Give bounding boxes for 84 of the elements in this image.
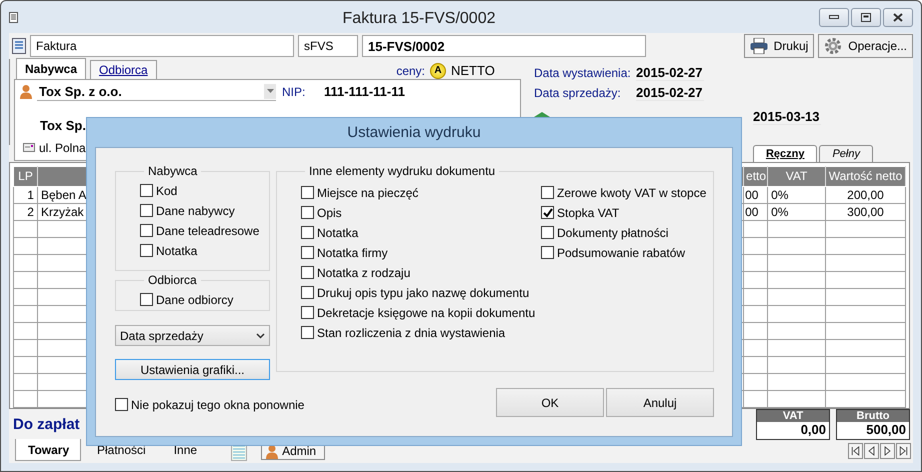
checkbox[interactable]: Nie pokazuj tego okna ponownie [115, 396, 304, 413]
date-dropdown[interactable]: Data sprzedaży [115, 325, 270, 346]
toolbar-button[interactable]: Drukuj [744, 34, 814, 58]
document-icon [12, 38, 26, 54]
checkbox[interactable]: Notatka [301, 224, 541, 241]
group-title: Nabywca [147, 164, 198, 178]
dialog-button[interactable]: Anuluj [606, 388, 714, 417]
group-title: Odbiorca [147, 273, 198, 287]
address-text: ul. Polna [39, 140, 86, 155]
printer-icon [750, 38, 768, 54]
column-header: Wartość netto [826, 166, 906, 186]
tab[interactable]: Ręczny [752, 144, 818, 162]
checkbox[interactable]: Notatka firmy [301, 244, 541, 261]
table-cell: 200,00 [826, 186, 906, 204]
next-icon[interactable] [880, 443, 895, 460]
window-title: Faktura 15-FVS/0002 [342, 9, 496, 28]
date-value: 2015-02-27 [636, 64, 704, 81]
table-cell: 0% [768, 186, 826, 204]
checkbox[interactable]: Stopka VAT [541, 204, 713, 221]
close-icon [893, 12, 903, 22]
total-box: Brutto 500,00 [836, 408, 910, 440]
tab[interactable]: Inne [162, 439, 210, 462]
date-label: Data sprzedaży: [534, 86, 622, 100]
due-date: 2015-03-13 [753, 108, 821, 125]
toolbar-button[interactable]: Operacje... [818, 34, 913, 58]
chevron-icon [256, 332, 265, 338]
tab[interactable]: Towary [15, 439, 81, 462]
checkmark-icon [542, 208, 552, 218]
close-button[interactable] [883, 8, 913, 26]
buyer-name: Tox Sp. [40, 118, 86, 134]
gear-icon [824, 36, 842, 55]
column-header: LP [14, 166, 38, 186]
maximize-icon [861, 12, 871, 22]
group-title: Inne elementy wydruku dokumentu [308, 164, 496, 178]
checkbox[interactable]: Dokumenty płatności [541, 224, 713, 241]
tab[interactable]: Pełny [819, 144, 873, 162]
checkbox[interactable]: Dane odbiorcy [140, 291, 269, 308]
checkbox[interactable]: Notatka [140, 242, 269, 259]
person-icon [19, 84, 33, 100]
tab[interactable]: Odbiorca [90, 60, 157, 79]
table-cell: 00 [744, 203, 768, 220]
checkbox[interactable]: Zerowe kwoty VAT w stopce [541, 184, 713, 201]
price-badge: A [430, 62, 446, 79]
document-number-field[interactable]: 15-FVS/0002 [362, 34, 646, 57]
table-cell: 300,00 [826, 203, 906, 220]
previous-icon[interactable] [864, 443, 879, 460]
user-icon [265, 444, 280, 459]
table-cell: 0% [768, 203, 826, 220]
maximize-button[interactable] [851, 8, 881, 26]
checkbox[interactable]: Notatka z rodzaju [301, 264, 541, 281]
table-cell: 00 [744, 186, 768, 204]
graphics-settings-button[interactable]: Ustawienia grafiki... [115, 359, 270, 380]
nip-value: 111-111-11-11 [324, 84, 405, 100]
date-value: 2015-02-27 [636, 84, 704, 101]
checkbox[interactable]: Opis [301, 204, 541, 221]
checkbox[interactable]: Dane teleadresowe [140, 222, 269, 239]
buyer-combo[interactable]: Tox Sp. z o.o. [37, 82, 276, 101]
dialog-title: Ustawienia wydruku [346, 123, 482, 143]
tab[interactable]: Płatności [85, 439, 158, 462]
prices-label: ceny: [396, 64, 425, 78]
price-mode: NETTO [451, 63, 496, 78]
total-box: VAT 0,00 [756, 408, 830, 440]
checkbox[interactable]: Drukuj opis typu jako nazwę dokumentu [301, 284, 541, 301]
checkbox[interactable]: Dane nabywcy [140, 202, 269, 219]
nip-label: NIP: [282, 84, 306, 99]
column-header: VAT [768, 166, 826, 186]
column-header: etto [744, 166, 768, 186]
minimize-button[interactable] [819, 8, 849, 26]
checkbox[interactable]: Miejsce na pieczęć [301, 184, 541, 201]
amount-due-label: Do zapłat [12, 416, 80, 433]
checkbox[interactable]: Podsumowanie rabatów [541, 244, 713, 261]
app-icon [9, 12, 19, 22]
dropdown-arrow-icon [266, 89, 274, 94]
table-cell: 1 [14, 186, 38, 204]
tab[interactable]: Nabywca [16, 58, 86, 79]
minimize-icon [829, 15, 839, 19]
document-type-field[interactable]: Faktura [30, 34, 294, 57]
dialog-button[interactable]: OK [496, 388, 604, 417]
last-icon[interactable] [896, 443, 911, 460]
date-label: Data wystawienia: [534, 66, 632, 80]
table-cell: 2 [14, 203, 38, 220]
first-icon[interactable] [848, 443, 863, 460]
envelope-icon [23, 143, 35, 152]
series-field[interactable]: sFVS [298, 34, 358, 57]
